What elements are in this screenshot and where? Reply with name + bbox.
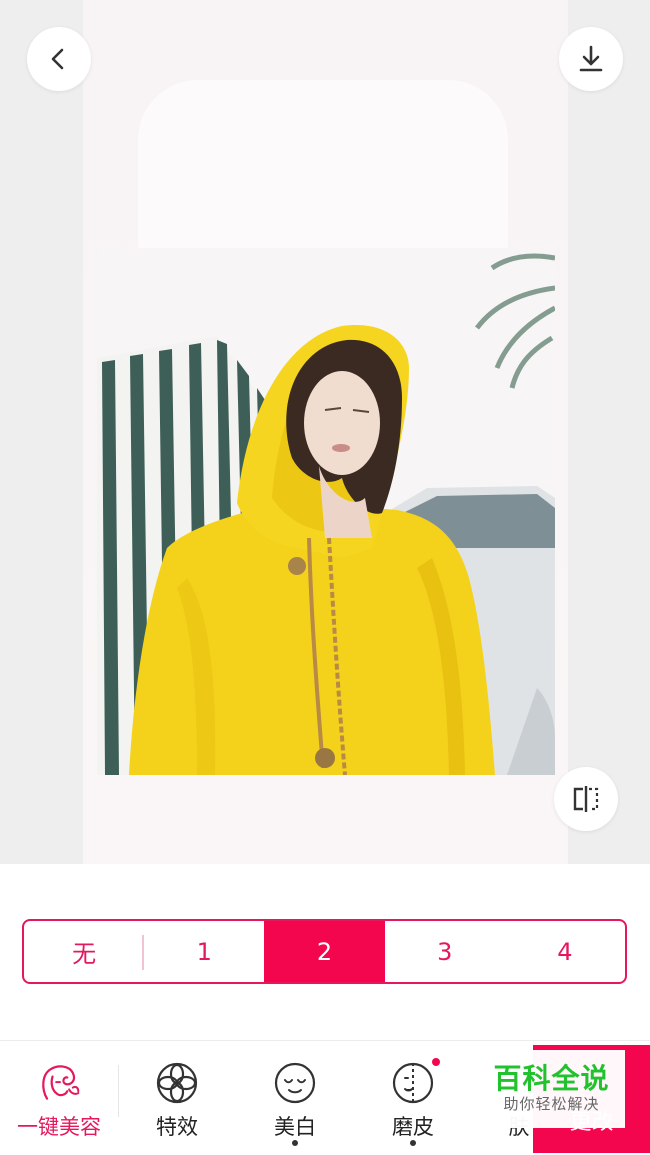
watermark-logo: 百科全说 助你轻松解决 bbox=[478, 1050, 625, 1128]
photo-preview-area bbox=[0, 0, 650, 864]
watermark-subtitle: 助你轻松解决 bbox=[503, 1094, 600, 1113]
compare-icon bbox=[573, 786, 599, 812]
adjusted-indicator-dot bbox=[410, 1140, 416, 1146]
tool-whitening[interactable]: 美白 bbox=[236, 1041, 354, 1155]
download-icon bbox=[579, 45, 603, 72]
watermark-title: 百科全说 bbox=[493, 1061, 610, 1095]
tool-smoothing[interactable]: 磨皮 bbox=[354, 1041, 472, 1155]
level-option-1[interactable]: 1 bbox=[144, 921, 264, 982]
flower-icon bbox=[154, 1060, 200, 1106]
tool-label: 美白 bbox=[274, 1115, 316, 1139]
intensity-level-selector: 无 1 2 3 4 bbox=[22, 919, 627, 984]
level-option-4[interactable]: 4 bbox=[505, 921, 625, 982]
compare-button[interactable] bbox=[554, 767, 618, 831]
level-option-label: 无 bbox=[72, 940, 97, 968]
level-option-label: 3 bbox=[437, 937, 453, 966]
tool-effects[interactable]: 特效 bbox=[118, 1041, 236, 1155]
level-option-label: 1 bbox=[196, 937, 212, 966]
edited-photo bbox=[97, 248, 555, 775]
level-option-label: 2 bbox=[316, 937, 333, 966]
tool-label: 特效 bbox=[156, 1115, 198, 1139]
level-option-none[interactable]: 无 bbox=[24, 921, 145, 982]
download-button[interactable] bbox=[559, 27, 623, 91]
tool-label: 磨皮 bbox=[392, 1115, 434, 1139]
half-face-icon bbox=[390, 1058, 440, 1106]
photo-image bbox=[97, 248, 555, 775]
chevron-left-icon bbox=[51, 48, 64, 70]
adjusted-indicator-dot bbox=[292, 1140, 298, 1146]
tool-label: 一键美容 bbox=[17, 1115, 101, 1139]
tool-one-click-beauty[interactable]: 一键美容 bbox=[0, 1041, 118, 1155]
level-option-2-selected[interactable]: 2 bbox=[264, 921, 385, 982]
new-badge-dot bbox=[432, 1058, 440, 1066]
smile-face-icon bbox=[272, 1060, 318, 1106]
back-button[interactable] bbox=[27, 27, 91, 91]
face-makeup-icon bbox=[36, 1060, 82, 1106]
level-option-3[interactable]: 3 bbox=[385, 921, 505, 982]
level-option-label: 4 bbox=[557, 937, 573, 966]
